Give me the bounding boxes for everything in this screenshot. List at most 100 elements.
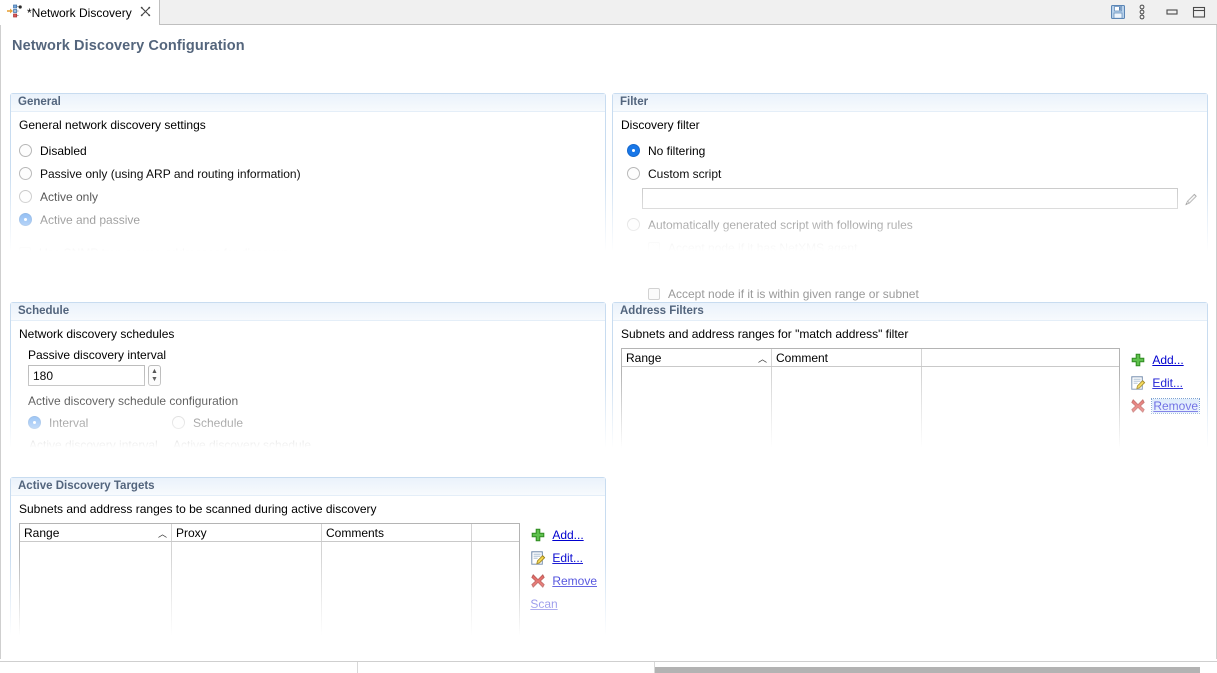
active-targets-scan-label[interactable]: Scan bbox=[530, 597, 557, 611]
tab-label: *Network Discovery bbox=[27, 5, 132, 20]
radio-custom-script[interactable]: Custom script bbox=[621, 162, 1199, 185]
radio-active-and-passive-indicator bbox=[19, 213, 32, 226]
horizontal-scrollbar[interactable] bbox=[655, 666, 1217, 673]
status-bar-cell-2 bbox=[358, 662, 655, 673]
edit-icon bbox=[530, 550, 546, 566]
active-targets-add-label[interactable]: Add... bbox=[552, 528, 583, 542]
page-title: Network Discovery Configuration bbox=[12, 38, 245, 54]
maximize-icon[interactable] bbox=[1191, 4, 1207, 20]
passive-interval-input[interactable] bbox=[28, 365, 145, 386]
radio-no-filtering-label: No filtering bbox=[648, 143, 706, 158]
window-tab-bar: *Network Discovery bbox=[0, 0, 1217, 25]
radio-custom-script-label: Custom script bbox=[648, 166, 722, 181]
active-schedule-input[interactable] bbox=[172, 457, 312, 478]
radio-active-only-indicator bbox=[19, 190, 32, 203]
active-targets-edit-label[interactable]: Edit... bbox=[552, 551, 583, 565]
checkbox-snmp-trap-sources[interactable]: Use SNMP trap source addresses for disco… bbox=[19, 241, 597, 264]
address-filters-edit-button[interactable]: Edit... bbox=[1130, 371, 1199, 394]
radio-interval[interactable]: Interval bbox=[28, 411, 172, 434]
schedule-description: Network discovery schedules bbox=[19, 327, 175, 341]
radio-interval-label: Interval bbox=[49, 415, 89, 430]
filter-group-header: Filter bbox=[613, 94, 1207, 112]
close-icon[interactable] bbox=[140, 6, 151, 19]
radio-active-only[interactable]: Active only bbox=[19, 185, 597, 208]
network-discovery-icon bbox=[6, 3, 22, 22]
radio-schedule-indicator bbox=[172, 416, 185, 429]
status-bar-cell-1 bbox=[0, 662, 358, 673]
checkbox-snmp-trap-sources-label: Use SNMP trap source addresses for disco… bbox=[39, 245, 292, 260]
custom-script-input[interactable] bbox=[642, 188, 1179, 209]
checkbox-snmp-trap-sources-indicator bbox=[19, 246, 31, 259]
schedule-group: Schedule Network discovery schedules Pas… bbox=[10, 302, 606, 478]
active-targets-remove-button[interactable]: Remove bbox=[530, 569, 597, 592]
column-header-range[interactable]: Range ︿ bbox=[622, 349, 772, 366]
checkbox-accept-range-or-subnet-label: Accept node if it is within given range … bbox=[668, 286, 919, 301]
radio-no-filtering-indicator bbox=[627, 144, 640, 157]
active-targets-table[interactable]: Range ︿ Proxy Comments bbox=[19, 523, 521, 641]
pencil-icon[interactable] bbox=[1182, 188, 1199, 209]
radio-schedule[interactable]: Schedule bbox=[172, 411, 243, 434]
radio-auto-generated-script[interactable]: Automatically generated script with foll… bbox=[621, 213, 1199, 236]
general-group-header: General bbox=[11, 94, 605, 112]
checkbox-accept-range-or-subnet-indicator bbox=[648, 287, 660, 300]
checkbox-syslog-sources[interactable]: Use syslog source addresses for discover… bbox=[19, 264, 597, 287]
address-filters-table-header: Range ︿ Comment bbox=[622, 349, 1120, 367]
horizontal-scrollbar-thumb[interactable] bbox=[655, 667, 1200, 673]
address-filters-group: Address Filters Subnets and address rang… bbox=[612, 302, 1208, 478]
address-filters-remove-button[interactable]: Remove bbox=[1130, 394, 1200, 417]
radio-disabled[interactable]: Disabled bbox=[19, 139, 597, 162]
address-filters-table-body[interactable] bbox=[622, 367, 1119, 460]
address-filters-group-header: Address Filters bbox=[613, 303, 1207, 321]
filter-group: Filter Discovery filter No filtering Cus… bbox=[612, 93, 1208, 301]
active-interval-spinner[interactable]: ▲ ▼ bbox=[28, 455, 172, 476]
window-buttons bbox=[1106, 0, 1217, 24]
radio-interval-indicator bbox=[28, 416, 41, 429]
active-targets-remove-label[interactable]: Remove bbox=[552, 574, 597, 588]
column-header-proxy[interactable]: Proxy bbox=[172, 524, 322, 541]
chevron-down-icon[interactable]: ▼ bbox=[151, 466, 158, 473]
column-header-comment[interactable]: Comment bbox=[772, 349, 922, 366]
address-filters-table[interactable]: Range ︿ Comment bbox=[621, 348, 1121, 461]
active-targets-description: Subnets and address ranges to be scanned… bbox=[19, 502, 377, 516]
chevron-up-icon[interactable]: ▲ bbox=[151, 458, 158, 465]
general-group: General General network discovery settin… bbox=[10, 93, 606, 284]
edit-icon bbox=[1130, 375, 1146, 391]
active-targets-add-button[interactable]: Add... bbox=[530, 523, 597, 546]
column-header-range[interactable]: Range ︿ bbox=[20, 524, 172, 541]
radio-disabled-indicator bbox=[19, 144, 32, 157]
radio-no-filtering[interactable]: No filtering bbox=[621, 139, 1199, 162]
address-filters-add-button[interactable]: Add... bbox=[1130, 348, 1199, 371]
column-header-comments[interactable]: Comments bbox=[322, 524, 472, 541]
tab-bar-spacer bbox=[159, 0, 1106, 24]
column-header-blank[interactable] bbox=[472, 524, 519, 541]
radio-schedule-label: Schedule bbox=[193, 415, 244, 430]
address-filters-remove-label[interactable]: Remove bbox=[1151, 397, 1200, 414]
active-schedule-config-label: Active discovery schedule configuration bbox=[28, 394, 239, 408]
radio-passive-only[interactable]: Passive only (using ARP and routing info… bbox=[19, 162, 597, 185]
save-icon[interactable] bbox=[1110, 4, 1126, 20]
checkbox-accept-netxms-agent-indicator bbox=[648, 241, 660, 254]
schedule-group-header: Schedule bbox=[11, 303, 605, 321]
passive-interval-stepper[interactable]: ▲ ▼ bbox=[148, 365, 161, 386]
radio-active-only-label: Active only bbox=[40, 189, 99, 204]
active-interval-stepper[interactable]: ▲ ▼ bbox=[148, 455, 161, 476]
radio-active-and-passive-label: Active and passive bbox=[40, 212, 141, 227]
active-targets-table-body[interactable] bbox=[20, 542, 519, 640]
address-filters-edit-label[interactable]: Edit... bbox=[1152, 376, 1183, 390]
address-filters-description: Subnets and address ranges for "match ad… bbox=[621, 327, 909, 341]
active-targets-edit-button[interactable]: Edit... bbox=[530, 546, 597, 569]
radio-active-and-passive[interactable]: Active and passive bbox=[19, 208, 597, 231]
chevron-up-icon[interactable]: ▲ bbox=[151, 368, 158, 375]
address-filters-actions: Add... Edit... Remove bbox=[1130, 348, 1200, 461]
remove-icon bbox=[1130, 398, 1146, 414]
address-filters-add-label[interactable]: Add... bbox=[1152, 353, 1183, 367]
active-targets-scan-button[interactable]: Scan bbox=[530, 592, 597, 615]
passive-interval-spinner[interactable]: ▲ ▼ bbox=[28, 365, 597, 386]
active-interval-input[interactable] bbox=[28, 455, 145, 476]
view-menu-icon[interactable] bbox=[1137, 4, 1153, 20]
chevron-down-icon[interactable]: ▼ bbox=[151, 376, 158, 383]
active-interval-label: Active discovery interval bbox=[29, 438, 158, 452]
minimize-icon[interactable] bbox=[1164, 4, 1180, 20]
tab-network-discovery[interactable]: *Network Discovery bbox=[0, 0, 160, 25]
column-header-blank[interactable] bbox=[922, 349, 1119, 366]
